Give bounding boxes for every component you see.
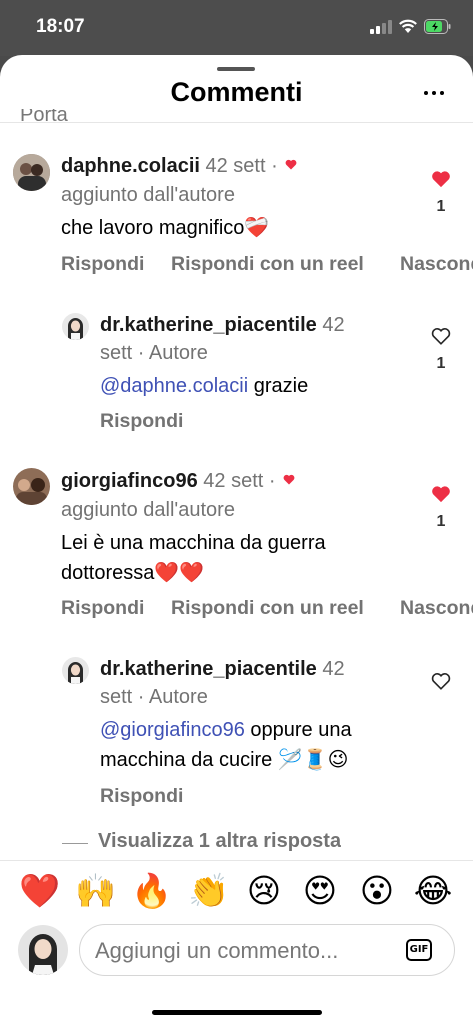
wifi-icon bbox=[399, 19, 417, 33]
like-count: 1 bbox=[436, 198, 446, 215]
more-options-icon[interactable] bbox=[424, 89, 446, 97]
author-liked-heart-icon bbox=[285, 159, 297, 170]
view-more-divider bbox=[62, 843, 88, 844]
battery-icon bbox=[424, 19, 451, 34]
sheet-grabber[interactable] bbox=[217, 67, 255, 71]
comment-input[interactable]: Aggiungi un commento... GIF bbox=[79, 924, 455, 976]
reply-text-line-1: oppure una bbox=[244, 719, 352, 741]
reply-username[interactable]: dr.katherine_piacentile bbox=[100, 314, 317, 336]
avatar[interactable] bbox=[62, 657, 89, 684]
reply-button[interactable]: Rispondi bbox=[100, 785, 183, 808]
reply-with-reel-button[interactable]: Rispondi con un reel bbox=[171, 253, 364, 276]
comment-text-line-2: dottoressa❤️❤️ bbox=[61, 562, 205, 584]
separator-dot: · bbox=[271, 155, 278, 177]
comment-composer: Aggiungi un commento... GIF bbox=[0, 922, 473, 1024]
reply-time: 42 bbox=[322, 314, 345, 336]
comment-username[interactable]: giorgiafinco96 bbox=[61, 470, 198, 492]
added-by-author-label: aggiunto dall'autore bbox=[61, 184, 235, 206]
view-more-replies-button[interactable]: Visualizza 1 altra risposta bbox=[98, 830, 341, 858]
status-time: 18:07 bbox=[36, 16, 85, 37]
added-by-author-label: aggiunto dall'autore bbox=[61, 499, 235, 521]
mention-link[interactable]: @daphne.colacii bbox=[100, 375, 248, 397]
avatar[interactable] bbox=[62, 313, 89, 340]
emoji-raising-hands[interactable]: 🙌 bbox=[75, 873, 116, 909]
emoji-laughing[interactable]: 😂 bbox=[413, 873, 453, 909]
home-indicator bbox=[152, 1010, 322, 1015]
reply-text-line-2: macchina da cucire 🪡🧵😉 bbox=[100, 749, 349, 771]
comment-time: 42 sett bbox=[203, 470, 264, 492]
scrolled-text: Porta bbox=[20, 109, 68, 121]
reply-button[interactable]: Rispondi bbox=[100, 410, 183, 433]
avatar[interactable] bbox=[13, 468, 50, 505]
reply-text: grazie bbox=[248, 375, 309, 397]
comment-username[interactable]: daphne.colacii bbox=[61, 155, 200, 177]
like-count: 1 bbox=[436, 513, 446, 530]
avatar[interactable] bbox=[13, 154, 50, 191]
reply-with-reel-button[interactable]: Rispondi con un reel bbox=[171, 597, 364, 620]
like-heart-icon[interactable] bbox=[431, 170, 451, 188]
like-count: 1 bbox=[436, 355, 446, 372]
emoji-fire[interactable]: 🔥 bbox=[131, 873, 172, 909]
separator-dot: · bbox=[268, 470, 276, 492]
author-liked-heart-icon bbox=[283, 474, 295, 485]
mention-link[interactable]: @giorgiafinco96 bbox=[100, 719, 245, 741]
reply-button[interactable]: Rispondi bbox=[61, 253, 144, 276]
signal-icon bbox=[370, 20, 392, 34]
comments-sheet: Commenti Porta daphne.colacii 42 sett · … bbox=[0, 55, 473, 1024]
comment-input-placeholder: Aggiungi un commento... bbox=[95, 938, 339, 963]
emoji-heart[interactable]: ❤️ bbox=[19, 873, 60, 909]
like-heart-icon[interactable] bbox=[431, 485, 451, 503]
reply-username[interactable]: dr.katherine_piacentile bbox=[100, 658, 317, 680]
hide-button[interactable]: Nascondi bbox=[400, 597, 473, 620]
emoji-heart-eyes[interactable]: 😍 bbox=[300, 873, 340, 909]
like-heart-outline-icon[interactable] bbox=[431, 327, 451, 345]
reply-time-author: sett · Autore bbox=[100, 686, 208, 708]
reply-button[interactable]: Rispondi bbox=[61, 597, 144, 620]
comment-time: 42 sett bbox=[205, 155, 266, 177]
gif-icon[interactable]: GIF bbox=[406, 939, 432, 961]
hide-button[interactable]: Nascondi bbox=[400, 253, 473, 276]
reply-time: 42 bbox=[322, 658, 345, 680]
comment-text: che lavoro magnifico❤️‍🩹 bbox=[61, 217, 270, 239]
avatar bbox=[18, 925, 68, 975]
like-heart-outline-icon[interactable] bbox=[431, 672, 451, 690]
reply-time-author: sett · Autore bbox=[100, 342, 208, 364]
header-divider bbox=[0, 122, 473, 123]
emoji-clapping[interactable]: 👏 bbox=[188, 873, 229, 909]
sheet-title: Commenti bbox=[170, 77, 303, 107]
emoji-crying[interactable]: 😢 bbox=[244, 873, 284, 909]
comment-text-line-1: Lei è una macchina da guerra bbox=[61, 532, 326, 554]
emoji-reaction-bar: ❤️ 🙌 🔥 👏 😢 😍 😮 😂 bbox=[0, 860, 473, 922]
status-bar: 18:07 bbox=[0, 0, 473, 56]
emoji-surprised[interactable]: 😮 bbox=[357, 873, 397, 909]
